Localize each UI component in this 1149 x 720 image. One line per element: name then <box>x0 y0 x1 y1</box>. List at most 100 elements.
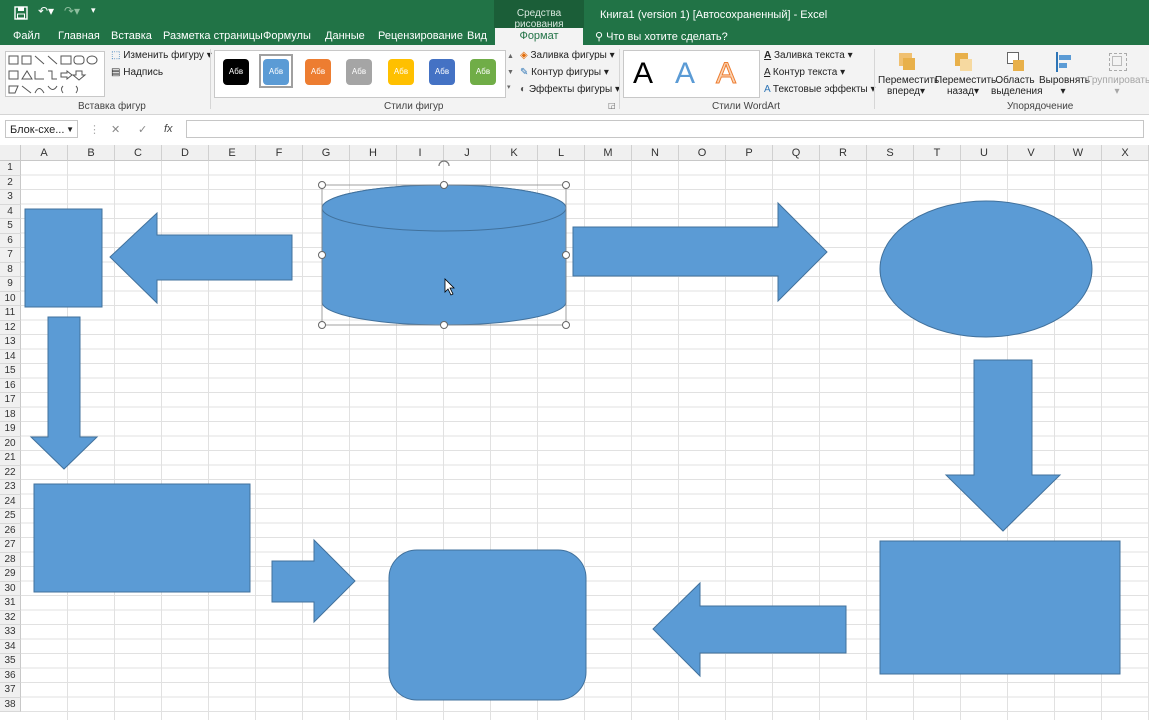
wordart-style-orange-outline[interactable]: A <box>715 57 736 91</box>
group-button[interactable]: Группировать ▾ <box>1087 51 1149 97</box>
text-box-icon: ▤ <box>111 67 121 78</box>
resize-handle[interactable] <box>562 251 570 259</box>
rectangle-shape[interactable] <box>33 483 251 593</box>
tab-review[interactable]: Рецензирование <box>378 30 463 42</box>
tab-format[interactable]: Формат <box>495 28 583 45</box>
rotate-handle-icon[interactable] <box>438 160 450 167</box>
chevron-down-icon[interactable]: ▼ <box>66 121 74 139</box>
gallery-more-icon[interactable]: ▾ <box>507 83 511 91</box>
shape-style-green[interactable]: Абв <box>470 59 496 85</box>
paint-bucket-icon: ◈ <box>520 50 528 61</box>
edit-shape-button[interactable]: ⬚ Изменить фигуру ▾ <box>111 50 212 61</box>
rectangle-shape[interactable] <box>24 208 103 308</box>
rectangle-shape[interactable] <box>879 540 1121 675</box>
tab-formulas[interactable]: Формулы <box>263 30 311 42</box>
tab-page-layout[interactable]: Разметка страницы <box>163 30 263 42</box>
tab-data[interactable]: Данные <box>325 30 365 42</box>
send-backward-button[interactable]: Переместить назад▾ <box>935 51 997 97</box>
resize-handle[interactable] <box>318 321 326 329</box>
wordart-style-blue[interactable]: A <box>675 57 695 91</box>
tab-home[interactable]: Главная <box>58 30 100 42</box>
chevron-down-icon: ▾ <box>840 67 846 78</box>
context-tab-label: Средства рисования <box>514 8 564 30</box>
right-arrow-shape[interactable] <box>271 538 356 624</box>
resize-handle[interactable] <box>440 321 448 329</box>
shape-style-orange[interactable]: Абв <box>305 59 331 85</box>
wordart-style-black[interactable]: A <box>633 57 653 91</box>
align-label: Выровнять <box>1039 75 1091 86</box>
gallery-scroll-down-icon[interactable]: ▼ <box>507 69 514 76</box>
shape-outline-button[interactable]: ✎ Контур фигуры ▾ <box>520 67 609 78</box>
ribbon-tabs: Файл Главная Вставка Разметка страницы Ф… <box>0 28 1149 45</box>
worksheet-grid[interactable]: ABCDEFGHIJKLMNOPQRSTUVWX 1 2 3 4 5 6 7 8 9 10 11 12… <box>0 145 1149 720</box>
tab-file[interactable]: Файл <box>13 30 40 42</box>
selection-pane-button[interactable]: Область выделения <box>991 51 1043 97</box>
name-box[interactable]: Блок-схе... ▼ <box>5 120 78 138</box>
group-label-arrange: Упорядочение <box>1007 101 1074 112</box>
cylinder-shape[interactable] <box>321 184 567 326</box>
right-arrow-shape[interactable] <box>572 201 828 303</box>
group-divider <box>874 49 875 109</box>
chevron-down-icon: ▾ <box>609 50 615 61</box>
left-arrow-shape[interactable] <box>109 211 293 305</box>
text-effects-label: Текстовые эффекты <box>772 84 868 95</box>
down-arrow-shape[interactable] <box>944 359 1062 532</box>
align-button[interactable]: Выровнять ▾ <box>1039 51 1091 97</box>
text-effects-icon: A <box>764 84 771 95</box>
shape-style-dark-blue[interactable]: Абв <box>429 59 455 85</box>
chevron-down-icon: ▾ <box>847 50 853 61</box>
tab-view[interactable]: Вид <box>467 30 487 42</box>
undo-icon[interactable]: ↶▾ <box>38 4 54 18</box>
chevron-down-icon: ▾ <box>973 86 979 97</box>
resize-handle[interactable] <box>562 321 570 329</box>
selection-pane-label-2: выделения <box>991 86 1043 97</box>
chevron-down-icon: ▾ <box>920 86 926 97</box>
effects-icon: ◐ <box>520 84 527 95</box>
send-backward-label-1: Переместить <box>935 75 997 86</box>
pen-icon: ✎ <box>520 67 529 78</box>
ellipse-shape[interactable] <box>879 200 1093 338</box>
dialog-launcher-icon[interactable]: ◲ <box>608 101 616 110</box>
selection-pane-icon <box>1004 51 1026 73</box>
text-effects-button[interactable]: A Текстовые эффекты ▾ <box>764 84 876 95</box>
wordart-gallery[interactable]: A A A <box>623 50 760 98</box>
bring-forward-icon <box>895 51 917 73</box>
drawing-tools-context: Средства рисования <box>494 0 584 30</box>
text-outline-button[interactable]: A Контур текста ▾ <box>764 67 845 78</box>
text-outline-icon: A <box>764 67 771 78</box>
enter-icon[interactable]: ✓ <box>138 123 147 136</box>
redo-icon[interactable]: ↷▾ <box>64 4 80 18</box>
shape-style-blue[interactable]: Абв <box>263 59 289 85</box>
bring-forward-button[interactable]: Переместить вперед▾ <box>878 51 939 97</box>
tell-me-search[interactable]: ⚲ Что вы хотите сделать? <box>595 30 728 43</box>
shape-styles-gallery[interactable]: Абв Абв Абв Абв Абв Абв Абв <box>214 50 506 98</box>
shape-style-gray[interactable]: Абв <box>346 59 372 85</box>
rounded-rectangle-shape[interactable] <box>388 549 587 701</box>
down-arrow-shape[interactable] <box>29 316 99 470</box>
resize-handle[interactable] <box>562 181 570 189</box>
tell-me-text: Что вы хотите сделать? <box>606 31 728 43</box>
text-fill-button[interactable]: A Заливка текста ▾ <box>764 50 853 61</box>
shapes-gallery[interactable] <box>5 51 105 97</box>
cancel-icon[interactable]: ✕ <box>111 123 120 136</box>
shape-style-black[interactable]: Абв <box>223 59 249 85</box>
customize-quick-access-icon[interactable]: ▾ <box>91 5 96 16</box>
text-box-label: Надпись <box>123 67 164 78</box>
resize-handle[interactable] <box>318 181 326 189</box>
send-backward-label-2: назад <box>947 86 974 97</box>
text-outline-label: Контур текста <box>772 67 838 78</box>
tab-insert[interactable]: Вставка <box>111 30 152 42</box>
shapes-gallery-icons <box>8 55 98 94</box>
gallery-scroll-up-icon[interactable]: ▲ <box>507 53 514 60</box>
shape-effects-button[interactable]: ◐ Эффекты фигуры ▾ <box>520 84 620 95</box>
resize-handle[interactable] <box>440 181 448 189</box>
formula-input[interactable] <box>186 120 1144 138</box>
save-icon[interactable] <box>14 6 28 23</box>
shape-style-gold[interactable]: Абв <box>388 59 414 85</box>
text-box-button[interactable]: ▤ Надпись <box>111 67 163 78</box>
insert-function-icon[interactable]: fx <box>164 123 173 135</box>
group-label-insert-shapes: Вставка фигур <box>78 101 146 112</box>
left-arrow-shape[interactable] <box>652 581 847 678</box>
shape-fill-button[interactable]: ◈ Заливка фигуры ▾ <box>520 50 615 61</box>
resize-handle[interactable] <box>318 251 326 259</box>
